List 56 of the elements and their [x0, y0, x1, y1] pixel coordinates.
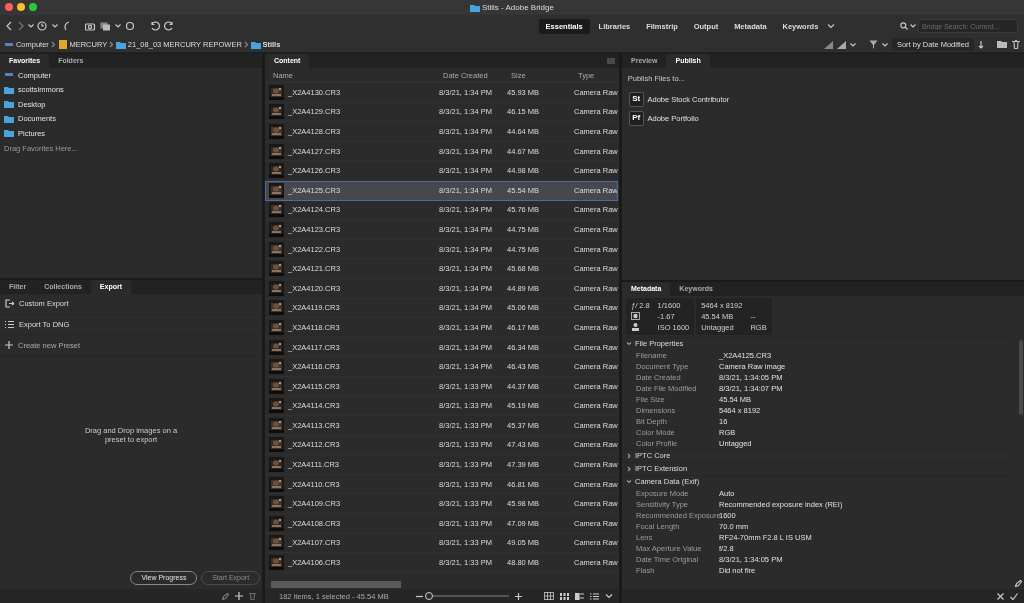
- caret-icon[interactable]: [27, 24, 34, 28]
- apply-icon[interactable]: [1010, 592, 1018, 600]
- rotate-left-icon[interactable]: [150, 21, 160, 31]
- home-folder-icon: [4, 85, 14, 94]
- plus-icon[interactable]: [235, 592, 243, 600]
- window-title: Stills - Adobe Bridge: [481, 2, 554, 13]
- rotate-right-icon[interactable]: [163, 21, 174, 31]
- expanded-icon[interactable]: [626, 479, 632, 484]
- minimize-button[interactable]: [17, 3, 25, 11]
- caret-icon[interactable]: [52, 24, 58, 28]
- filter-icon[interactable]: [869, 40, 879, 49]
- details-view-icon[interactable]: [575, 592, 584, 600]
- plus-icon: [5, 341, 13, 350]
- close-button[interactable]: [5, 3, 13, 11]
- search-icon[interactable]: [900, 22, 909, 30]
- caret-icon[interactable]: [882, 42, 889, 47]
- caret-icon[interactable]: [114, 24, 121, 28]
- chevron-right-icon: [243, 41, 249, 48]
- boomerang-icon[interactable]: [61, 21, 70, 31]
- folder-icon: [116, 40, 126, 49]
- chevron-icon[interactable]: [605, 593, 613, 599]
- service-logo: St: [628, 91, 644, 107]
- refine-icon[interactable]: [124, 21, 135, 31]
- service-logo: Pf: [628, 110, 644, 126]
- edit-icon[interactable]: [222, 592, 229, 600]
- folder-icon: [250, 40, 261, 49]
- list-view-icon[interactable]: [590, 592, 599, 600]
- drive-icon: [57, 40, 68, 49]
- person-icon: [631, 323, 640, 332]
- collapsed-icon[interactable]: [626, 452, 632, 459]
- chevron-icon[interactable]: [827, 23, 836, 29]
- collapsed-icon[interactable]: [626, 465, 632, 472]
- thumbnails-view-icon[interactable]: [560, 592, 569, 600]
- trash-icon[interactable]: [1012, 40, 1020, 49]
- new-folder-icon[interactable]: [997, 40, 1009, 49]
- folder-icon: [470, 3, 481, 12]
- chevron-right-icon: [50, 41, 56, 48]
- edit-icon[interactable]: [1015, 579, 1023, 587]
- export-icon: [5, 299, 14, 309]
- scrollbar[interactable]: [271, 581, 401, 588]
- caret-icon[interactable]: [910, 24, 917, 28]
- caret-icon[interactable]: [849, 42, 856, 47]
- computer-icon: [4, 40, 14, 49]
- zoom-in-icon[interactable]: [515, 592, 522, 600]
- list-icon: [5, 320, 14, 330]
- camera-icon[interactable]: [85, 21, 97, 31]
- chevron-right-icon: [109, 41, 115, 48]
- sort-direction-icon[interactable]: [977, 40, 984, 49]
- clock-icon[interactable]: [37, 21, 49, 31]
- expanded-icon[interactable]: [626, 341, 632, 346]
- back-icon[interactable]: [6, 21, 13, 31]
- zoom-button[interactable]: [29, 3, 37, 11]
- slider-thumb[interactable]: [425, 592, 433, 600]
- cancel-icon[interactable]: [997, 592, 1004, 600]
- metering-icon: [631, 312, 640, 321]
- copy-icon[interactable]: [100, 21, 111, 31]
